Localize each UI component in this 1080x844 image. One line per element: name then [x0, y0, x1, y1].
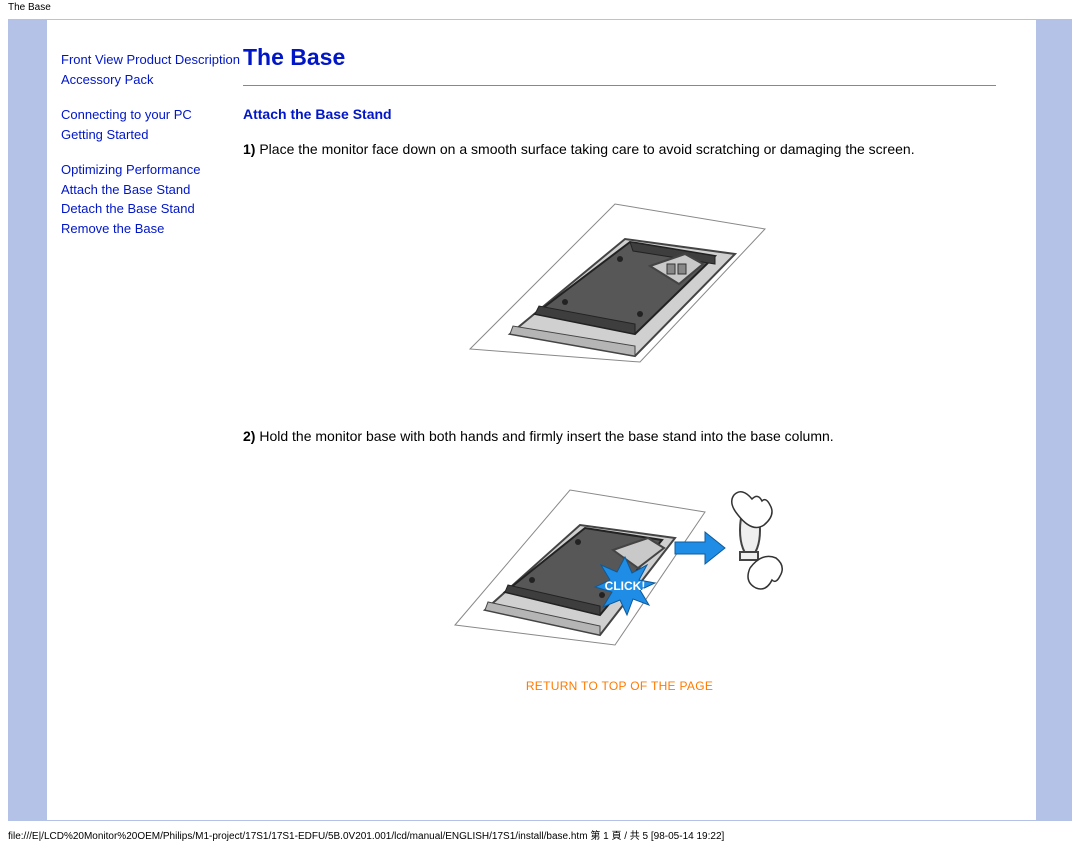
nav-connecting-pc[interactable]: Connecting to your PC [61, 107, 192, 122]
page-frame: Front View Product Description Accessory… [8, 19, 1072, 821]
attach-base-illustration: CLICK! [450, 470, 790, 655]
nav-getting-started[interactable]: Getting Started [61, 127, 148, 142]
nav-attach-base-stand[interactable]: Attach the Base Stand [61, 182, 190, 197]
return-to-top: RETURN TO TOP OF THE PAGE [243, 678, 996, 693]
page-title: The Base [243, 44, 996, 71]
step-2-text: Hold the monitor base with both hands an… [259, 428, 833, 444]
title-rule [243, 85, 996, 86]
nav-front-view[interactable]: Front View Product Description [61, 52, 240, 67]
step-1-text: Place the monitor face down on a smooth … [259, 141, 914, 157]
illustration-2: CLICK! [243, 470, 996, 658]
step-1: 1) Place the monitor face down on a smoo… [243, 140, 996, 160]
sidebar-nav: Front View Product Description Accessory… [61, 44, 243, 810]
left-decorative-rail [9, 20, 47, 820]
right-decorative-rail [1036, 20, 1071, 820]
nav-detach-base-stand[interactable]: Detach the Base Stand [61, 201, 195, 216]
monitor-facedown-illustration [465, 184, 775, 364]
main-content: The Base Attach the Base Stand 1) Place … [243, 44, 1026, 810]
content-wrap: Front View Product Description Accessory… [47, 20, 1036, 820]
section-title: Attach the Base Stand [243, 106, 996, 122]
footer-file-path: file:///E|/LCD%20Monitor%20OEM/Philips/M… [0, 825, 1080, 844]
nav-remove-base[interactable]: Remove the Base [61, 221, 164, 236]
return-to-top-link[interactable]: RETURN TO TOP OF THE PAGE [526, 679, 713, 693]
illustration-1 [243, 184, 996, 367]
header-label: The Base [0, 0, 1080, 15]
click-label: CLICK! [604, 579, 645, 593]
nav-accessory-pack[interactable]: Accessory Pack [61, 72, 153, 87]
step-2-num: 2) [243, 428, 255, 444]
step-2: 2) Hold the monitor base with both hands… [243, 427, 996, 447]
step-1-num: 1) [243, 141, 255, 157]
nav-optimizing-performance[interactable]: Optimizing Performance [61, 162, 200, 177]
